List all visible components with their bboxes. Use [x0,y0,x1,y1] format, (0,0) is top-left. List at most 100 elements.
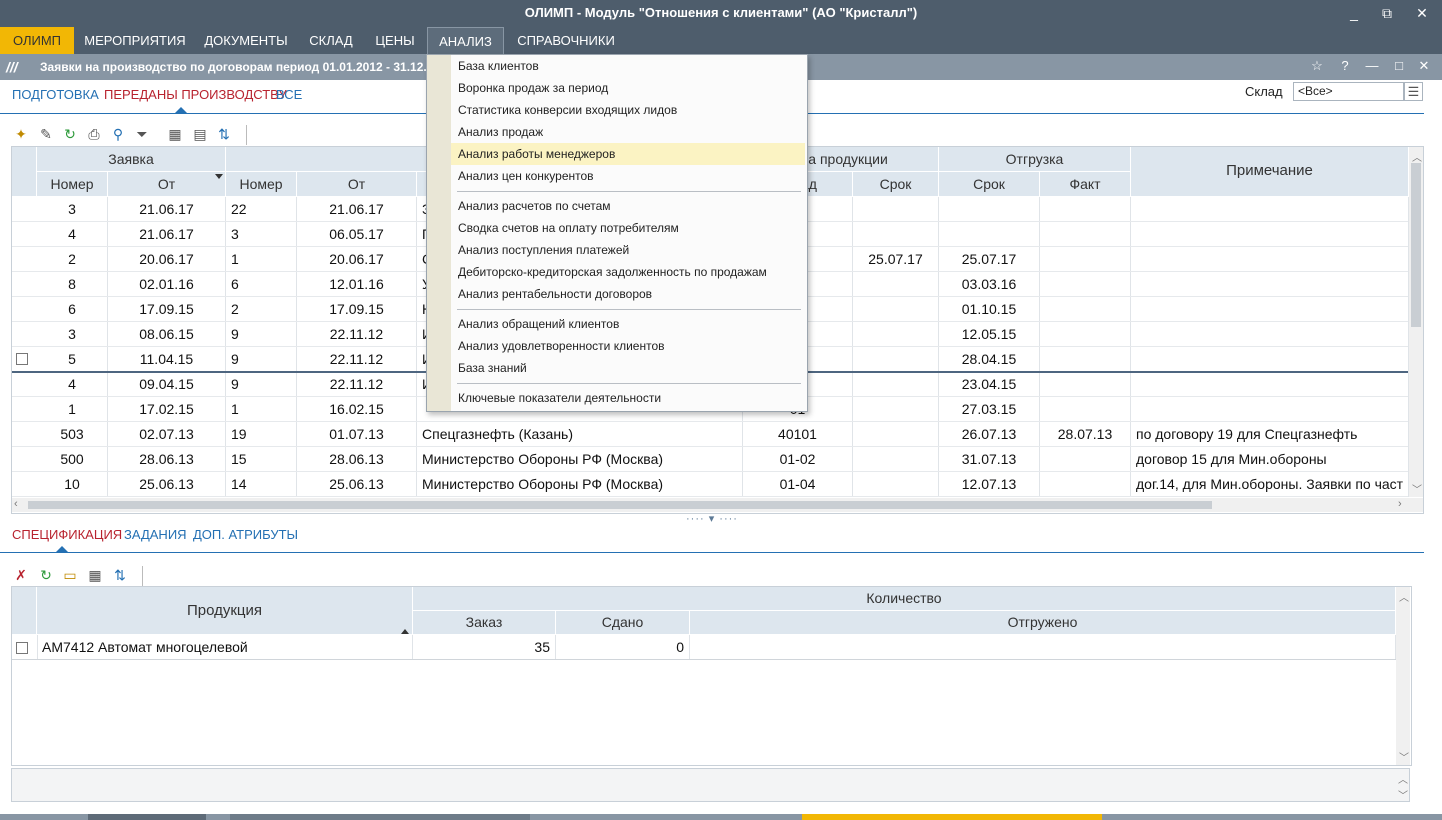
cell-note[interactable] [1131,397,1409,422]
cell-req-from[interactable]: 25.06.13 [108,472,226,497]
cell-prod-term[interactable] [853,272,939,297]
spec-row[interactable]: АМ7412 Автомат многоцелевой 35 0 [12,635,1396,660]
cell-ship-fact[interactable] [1040,197,1131,222]
cell-note[interactable]: дог.14, для Мин.обороны. Заявки по част [1131,472,1409,497]
memo-scroll-up-icon[interactable]: ︿ [1398,771,1408,786]
cell-req-number[interactable]: 503 [37,422,108,447]
menu-item-client-requests[interactable]: Анализ обращений клиентов [451,313,805,335]
cell-note[interactable] [1131,197,1409,222]
spec-cell-ordered[interactable]: 35 [413,635,556,659]
cell-contract-from[interactable]: 17.09.15 [297,297,417,322]
spec-cell-delivered[interactable]: 0 [556,635,690,659]
cell-req-from[interactable]: 02.07.13 [108,422,226,447]
search-icon[interactable]: ⚲ [109,125,127,143]
cell-contract-from[interactable]: 01.07.13 [297,422,417,447]
cell-req-from[interactable]: 28.06.13 [108,447,226,472]
spec-vscroll[interactable]: ︿ ﹀ [1396,587,1410,765]
memo-scroll-down-icon[interactable]: ﹀ [1398,787,1408,802]
cell-prod-term[interactable] [853,422,939,447]
cell-ship-fact[interactable] [1040,372,1131,397]
row-checkbox[interactable] [16,353,28,365]
cell-contract-number[interactable]: 3 [226,222,297,247]
cell-req-from[interactable]: 08.06.15 [108,322,226,347]
table-row[interactable]: 500 28.06.13 15 28.06.13 Министерство Оборон… [12,447,1409,472]
header-contract-from[interactable]: От [297,172,417,197]
cell-ship-term[interactable]: 23.04.15 [939,372,1040,397]
scroll-down-icon[interactable]: ﹀ [1412,481,1422,496]
cell-contract-from[interactable]: 16.02.15 [297,397,417,422]
cell-req-number[interactable]: 8 [37,272,108,297]
menu-prices[interactable]: ЦЕНЫ [366,27,424,54]
cell-req-number[interactable]: 4 [37,222,108,247]
scroll-left-icon[interactable]: ‹ [14,498,18,510]
cell-contract-number[interactable]: 15 [226,447,297,472]
close-button[interactable]: ✕ [1407,3,1437,23]
cell-customer[interactable]: Министерство Обороны РФ (Москва) [417,447,743,472]
scroll-right-icon[interactable]: › [1398,498,1402,510]
cell-ship-fact[interactable]: 28.07.13 [1040,422,1131,447]
cell-req-number[interactable]: 500 [37,447,108,472]
tab-transferred[interactable]: ПЕРЕДАНЫ ПРОИЗВОДСТВУ [104,87,287,102]
menu-item-sales-analysis[interactable]: Анализ продаж [451,121,805,143]
cell-prod-term[interactable] [853,347,939,372]
menu-lines-icon[interactable]: ☰ [1404,82,1423,101]
cell-prod-term[interactable] [853,297,939,322]
menu-references[interactable]: СПРАВОЧНИКИ [510,27,622,54]
minimize-button[interactable]: _ [1339,3,1369,23]
refresh-icon[interactable]: ↻ [61,125,79,143]
cell-ship-term[interactable]: 25.07.17 [939,247,1040,272]
cell-ship-fact[interactable] [1040,297,1131,322]
menu-item-invoice-summary[interactable]: Сводка счетов на оплату потребителям [451,217,805,239]
cell-customer[interactable]: Спецгазнефть (Казань) [417,422,743,447]
cell-req-from[interactable]: 20.06.17 [108,247,226,272]
restore-button[interactable]: ⧉ [1372,3,1402,23]
menu-item-lead-conversion[interactable]: Статистика конверсии входящих лидов [451,99,805,121]
cell-contract-number[interactable]: 9 [226,347,297,372]
sort-spec-icon[interactable]: ⇅ [111,566,129,584]
cell-ship-term[interactable] [939,197,1040,222]
header-ship-fact[interactable]: Факт [1040,172,1131,197]
grid-vscroll[interactable]: ︿ ﹀ [1409,147,1423,497]
spec-header-ordered[interactable]: Заказ [413,611,556,635]
layout-grid-icon[interactable]: ▦ [166,125,184,143]
cell-ship-term[interactable]: 27.03.15 [939,397,1040,422]
cell-customer[interactable]: Министерство Обороны РФ (Москва) [417,472,743,497]
cell-ship-term[interactable]: 26.07.13 [939,422,1040,447]
hscroll-thumb[interactable] [28,501,1212,509]
favorite-icon[interactable]: ☆ [1307,58,1327,76]
menu-documents[interactable]: ДОКУМЕНТЫ [196,27,296,54]
layout-spec-icon[interactable]: ▦ [86,566,104,584]
cell-req-from[interactable]: 11.04.15 [108,347,226,372]
cell-req-from[interactable]: 09.04.15 [108,372,226,397]
menu-item-invoice-settlements[interactable]: Анализ расчетов по счетам [451,195,805,217]
new-doc-icon[interactable]: ✦ [12,125,30,143]
menu-events[interactable]: МЕРОПРИЯТИЯ [78,27,192,54]
cell-contract-from[interactable]: 22.11.12 [297,372,417,397]
cell-contract-from[interactable]: 22.11.12 [297,347,417,372]
cell-prod-term[interactable] [853,447,939,472]
tab-all[interactable]: ВСЕ [276,87,302,102]
table-row[interactable]: 10 25.06.13 14 25.06.13 Министерство Обороны… [12,472,1409,497]
cell-prod-term[interactable] [853,322,939,347]
cell-prod-term[interactable] [853,472,939,497]
filter-icon[interactable]: ⏷ [133,125,151,143]
spec-header-delivered[interactable]: Сдано [556,611,690,635]
cell-req-number[interactable]: 4 [37,372,108,397]
tab-preparation[interactable]: ПОДГОТОВКА [12,87,99,102]
cell-prod-term[interactable] [853,372,939,397]
cell-contract-from[interactable]: 12.01.16 [297,272,417,297]
cell-contract-number[interactable]: 9 [226,322,297,347]
spec-scroll-up-icon[interactable]: ︿ [1399,589,1409,604]
cell-warehouse-code[interactable]: 01-02 [743,447,853,472]
cell-ship-term[interactable]: 12.07.13 [939,472,1040,497]
menu-item-receivables[interactable]: Дебиторско-кредиторская задолженность по… [451,261,805,283]
cell-req-from[interactable]: 21.06.17 [108,222,226,247]
cell-req-number[interactable]: 10 [37,472,108,497]
menu-item-sales-funnel[interactable]: Воронка продаж за период [451,77,805,99]
cell-req-number[interactable]: 3 [37,197,108,222]
spec-cell-product[interactable]: АМ7412 Автомат многоцелевой [37,635,413,659]
menu-item-clients-base[interactable]: База клиентов [451,55,805,77]
cell-prod-term[interactable] [853,197,939,222]
cell-note[interactable] [1131,372,1409,397]
cell-warehouse-code[interactable]: 01-04 [743,472,853,497]
